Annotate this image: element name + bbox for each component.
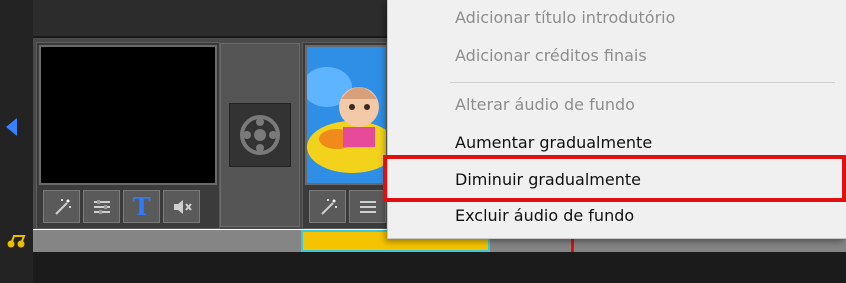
clip-1-preview xyxy=(39,45,217,185)
video-clip-2[interactable] xyxy=(302,42,388,229)
magic-wand-icon xyxy=(320,198,337,215)
scroll-left-arrow-icon[interactable] xyxy=(6,118,17,136)
transition-film-icon[interactable] xyxy=(229,103,291,167)
music-note-icon xyxy=(7,235,26,248)
menu-item-change-background-audio[interactable]: Alterar áudio de fundo xyxy=(388,88,846,122)
menu-separator xyxy=(450,82,835,83)
bottom-strip xyxy=(33,252,846,283)
clip-2-adjust-button[interactable] xyxy=(349,190,386,223)
clip-1-effects-button[interactable] xyxy=(43,190,80,223)
highlight-box xyxy=(383,155,846,202)
adjust-icon xyxy=(93,199,110,214)
mute-icon xyxy=(173,199,192,214)
adjust-icon xyxy=(359,200,376,213)
context-menu: Adicionar título introdutório Adicionar … xyxy=(387,0,846,239)
film-reel-icon xyxy=(240,115,280,155)
magic-wand-icon xyxy=(54,198,71,215)
menu-item-delete-background-audio[interactable]: Excluir áudio de fundo xyxy=(388,199,846,233)
video-clip-1[interactable]: T xyxy=(36,42,220,229)
menu-item-add-intro-title[interactable]: Adicionar título introdutório xyxy=(388,1,846,35)
clip-1-text-button[interactable]: T xyxy=(123,190,160,223)
menu-item-add-end-credits[interactable]: Adicionar créditos finais xyxy=(388,39,846,73)
clip-1-mute-button[interactable] xyxy=(163,190,200,223)
baby-pool-thumbnail-image xyxy=(307,47,386,183)
text-icon: T xyxy=(132,192,151,221)
clip-2-thumbnail xyxy=(305,45,388,185)
clip-1-adjust-button[interactable] xyxy=(83,190,120,223)
clip-2-effects-button[interactable] xyxy=(309,190,346,223)
